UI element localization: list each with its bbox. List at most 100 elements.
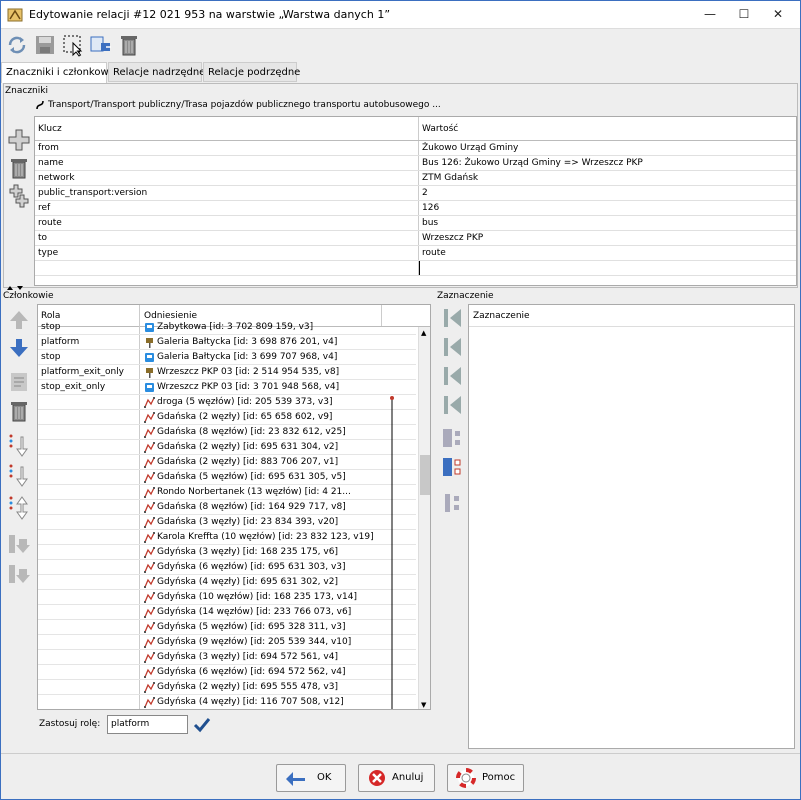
member-row[interactable]: platform Galeria Bałtycka [id: 3 698 876 … — [38, 335, 416, 350]
member-role[interactable] — [38, 545, 140, 559]
tag-row[interactable]: name Bus 126: Żukowo Urząd Gminy => Wrzes… — [35, 156, 796, 171]
scroll-down-icon[interactable]: ▼ — [421, 701, 426, 709]
tag-value[interactable]: 126 — [419, 201, 795, 215]
tag-value[interactable] — [419, 261, 795, 275]
tab-parent-relations[interactable]: Relacje nadrzędne — [108, 62, 205, 82]
cancel-button[interactable]: Anuluj — [358, 764, 435, 792]
select-in-relation-icon[interactable] — [441, 455, 465, 479]
member-row[interactable]: platform_exit_only Wrzeszcz PKP 03 [id: 2… — [38, 365, 416, 380]
member-role[interactable] — [38, 665, 140, 679]
member-reference[interactable]: Gdyńska (14 węzłów) [id: 233 766 073, v6… — [141, 605, 381, 619]
member-reference[interactable]: Gdyńska (4 węzły) [id: 695 631 302, v2] — [141, 575, 381, 589]
member-reference[interactable]: Gdyńska (2 węzły) [id: 695 555 478, v3] — [141, 680, 381, 694]
title-bar[interactable]: Edytowanie relacji #12 021 953 na warstw… — [1, 1, 800, 29]
member-row[interactable]: stop_exit_only Wrzeszcz PKP 03 [id: 3 701… — [38, 380, 416, 395]
member-reference[interactable]: Rondo Norbertanek (13 węzłów) [id: 4 21.… — [141, 485, 381, 499]
member-reference[interactable]: Gdyńska (4 węzły) [id: 116 707 508, v12] — [141, 695, 381, 709]
member-reference[interactable]: Karola Kreffta (10 węzłów) [id: 23 832 1… — [141, 530, 381, 544]
member-reference[interactable]: Gdyńska (9 węzłów) [id: 205 539 344, v10… — [141, 635, 381, 649]
tag-key[interactable]: type — [35, 246, 415, 260]
member-role[interactable]: stop — [38, 350, 140, 364]
member-row[interactable]: Gdyńska (4 węzły) [id: 695 631 302, v2] — [38, 575, 416, 590]
tag-value[interactable]: ZTM Gdańsk — [419, 171, 795, 185]
member-reference[interactable]: Wrzeszcz PKP 03 [id: 3 701 948 568, v4] — [141, 380, 381, 394]
delete-member-icon[interactable] — [7, 399, 31, 423]
member-role[interactable] — [38, 635, 140, 649]
member-role[interactable] — [38, 395, 140, 409]
add-selected-at-start-icon[interactable] — [7, 433, 31, 459]
preset-path[interactable]: Transport/Transport publiczny/Trasa poja… — [48, 100, 441, 110]
member-row[interactable]: Gdyńska (4 węzły) [id: 116 707 508, v12] — [38, 695, 416, 709]
tag-key[interactable]: name — [35, 156, 415, 170]
member-row[interactable]: Gdyńska (9 węzłów) [id: 205 539 344, v10… — [38, 635, 416, 650]
add-selected-at-start-sel-icon[interactable] — [441, 306, 465, 330]
ok-button[interactable]: OK — [276, 764, 346, 792]
tag-key[interactable]: from — [35, 141, 415, 155]
tag-row[interactable]: route bus — [35, 216, 796, 231]
tag-key[interactable]: route — [35, 216, 415, 230]
tag-value[interactable]: bus — [419, 216, 795, 230]
role-input[interactable]: platform — [107, 715, 188, 734]
tag-key[interactable]: ref — [35, 201, 415, 215]
tag-row[interactable]: from Żukowo Urząd Gminy — [35, 141, 796, 156]
member-row[interactable]: Gdyńska (5 węzłów) [id: 695 328 311, v3] — [38, 620, 416, 635]
minimize-button[interactable]: — — [701, 6, 719, 22]
preset-link-icon[interactable] — [34, 99, 46, 111]
member-row[interactable]: Gdańska (2 węzły) [id: 65 658 602, v9] — [38, 410, 416, 425]
tag-value[interactable]: 2 — [419, 186, 795, 200]
add-selected-before-icon[interactable] — [7, 495, 31, 521]
value-column-header[interactable]: Wartość — [419, 117, 795, 140]
key-column-header[interactable]: Klucz — [35, 117, 415, 140]
member-row[interactable]: Gdańska (3 węzły) [id: 23 834 393, v20] — [38, 515, 416, 530]
member-row[interactable]: stop Galeria Bałtycka [id: 3 699 707 968,… — [38, 350, 416, 365]
tag-value[interactable]: Bus 126: Żukowo Urząd Gminy => Wrzeszcz … — [419, 156, 795, 170]
tag-row[interactable]: public_transport:version 2 — [35, 186, 796, 201]
add-tag-icon[interactable] — [7, 128, 31, 152]
member-role[interactable] — [38, 605, 140, 619]
member-row[interactable]: Gdańska (2 węzły) [id: 883 706 207, v1] — [38, 455, 416, 470]
move-up-icon[interactable] — [7, 309, 31, 331]
member-row[interactable]: Gdańska (5 węzłów) [id: 695 631 305, v5] — [38, 470, 416, 485]
remove-selected-icon[interactable] — [441, 426, 465, 450]
member-reference[interactable]: Galeria Bałtycka [id: 3 698 876 201, v4] — [141, 335, 381, 349]
member-row[interactable]: Gdyńska (3 węzły) [id: 168 235 175, v6] — [38, 545, 416, 560]
member-reference[interactable]: Gdańska (2 węzły) [id: 65 658 602, v9] — [141, 410, 381, 424]
sort-members-icon[interactable] — [7, 533, 31, 555]
member-reference[interactable]: Gdańska (2 węzły) [id: 883 706 207, v1] — [141, 455, 381, 469]
member-reference[interactable]: Wrzeszcz PKP 03 [id: 2 514 954 535, v8] — [141, 365, 381, 379]
paste-tags-icon[interactable] — [7, 184, 31, 208]
member-reference[interactable]: Gdyńska (3 węzły) [id: 168 235 175, v6] — [141, 545, 381, 559]
member-role[interactable] — [38, 425, 140, 439]
member-role[interactable] — [38, 695, 140, 709]
member-role[interactable] — [38, 650, 140, 664]
selection-list[interactable]: Zaznaczenie — [468, 304, 795, 749]
member-role[interactable] — [38, 455, 140, 469]
member-role[interactable] — [38, 530, 140, 544]
member-role[interactable]: platform — [38, 335, 140, 349]
member-role[interactable] — [38, 680, 140, 694]
tag-row-empty[interactable] — [35, 261, 796, 276]
zoom-to-gap-icon[interactable] — [441, 491, 465, 515]
members-scrollbar[interactable]: ▲ ▼ — [418, 327, 430, 709]
delete-tag-icon[interactable] — [7, 156, 31, 180]
member-row[interactable]: Gdyńska (10 węzłów) [id: 168 235 173, v1… — [38, 590, 416, 605]
member-reference[interactable]: Gdyńska (6 węzłów) [id: 695 631 303, v3] — [141, 560, 381, 574]
move-down-icon[interactable] — [7, 337, 31, 359]
member-reference[interactable]: Gdańska (8 węzłów) [id: 164 929 717, v8] — [141, 500, 381, 514]
member-role[interactable]: stop_exit_only — [38, 380, 140, 394]
delete-relation-icon[interactable] — [117, 33, 141, 57]
member-reference[interactable]: Gdańska (5 węzłów) [id: 695 631 305, v5] — [141, 470, 381, 484]
member-reference[interactable]: Galeria Bałtycka [id: 3 699 707 968, v4] — [141, 350, 381, 364]
member-row[interactable]: Gdańska (2 węzły) [id: 695 631 304, v2] — [38, 440, 416, 455]
member-reference[interactable]: Gdańska (8 węzłów) [id: 23 832 612, v25] — [141, 425, 381, 439]
add-selected-before-sel-icon[interactable] — [441, 335, 465, 359]
member-role[interactable] — [38, 620, 140, 634]
reverse-members-icon[interactable] — [7, 563, 31, 585]
member-row[interactable]: Gdańska (8 węzłów) [id: 164 929 717, v8] — [38, 500, 416, 515]
member-row[interactable]: Gdyńska (2 węzły) [id: 695 555 478, v3] — [38, 680, 416, 695]
tag-row[interactable]: to Wrzeszcz PKP — [35, 231, 796, 246]
member-role[interactable] — [38, 500, 140, 514]
scrollbar-thumb[interactable] — [420, 455, 430, 495]
tag-key[interactable] — [35, 261, 415, 275]
download-members-icon[interactable] — [89, 33, 113, 57]
